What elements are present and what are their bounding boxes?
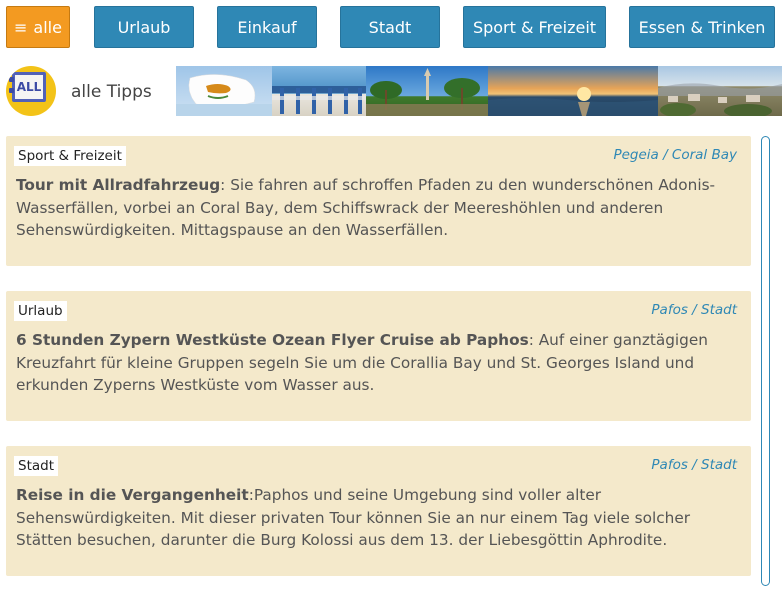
nav-button-urlaub[interactable]: Urlaub	[94, 6, 194, 48]
tip-description: Tour mit Allradfahrzeug: Sie fahren auf …	[16, 176, 716, 239]
tip-title[interactable]: 6 Stunden Zypern Westküste Ozean Flyer C…	[16, 331, 529, 349]
tip-card[interactable]: Sport & Freizeit Pegeia / Coral Bay Tour…	[6, 136, 751, 266]
list-scrollbar[interactable]	[761, 136, 770, 586]
nav-button-label: Sport & Freizeit	[472, 17, 597, 37]
coast-railing-image	[272, 66, 366, 116]
tip-description: 6 Stunden Zypern Westküste Ozean Flyer C…	[16, 331, 709, 394]
palm-mosque-image	[366, 66, 488, 116]
nav-button-stadt[interactable]: Stadt	[340, 6, 440, 48]
scrollbar-thumb[interactable]	[763, 138, 768, 298]
nav-button-label: Essen & Trinken	[638, 17, 766, 37]
logo-text: ALL	[16, 80, 42, 94]
tip-description: Reise in die Vergangenheit:Paphos und se…	[16, 486, 691, 549]
tip-title[interactable]: Reise in die Vergangenheit	[16, 486, 249, 504]
sunset-sea-image	[488, 66, 658, 116]
location-link[interactable]: Pafos / Stadt	[651, 457, 737, 473]
village-hills-image	[658, 66, 782, 116]
nav-button-label: alle	[33, 17, 62, 37]
nav-button-label: Urlaub	[117, 17, 171, 37]
photo-banner	[176, 66, 782, 116]
tip-title[interactable]: Tour mit Allradfahrzeug	[16, 176, 220, 194]
menu-icon: ≡	[14, 17, 28, 37]
nav-button-label: Stadt	[368, 17, 412, 37]
tip-card[interactable]: Stadt Pafos / Stadt Reise in die Vergang…	[6, 446, 751, 576]
cyprus-flag-image	[176, 66, 272, 116]
tip-card[interactable]: Urlaub Pafos / Stadt 6 Stunden Zypern We…	[6, 291, 751, 421]
header-label: alle Tipps	[71, 82, 152, 102]
nav-button-essen-trinken[interactable]: Essen & Trinken	[629, 6, 775, 48]
nav-button-label: Einkauf	[237, 17, 297, 37]
location-link[interactable]: Pegeia / Coral Bay	[613, 147, 737, 163]
all-logo-icon: ALL	[6, 66, 56, 116]
nav-button-sport-freizeit[interactable]: Sport & Freizeit	[463, 6, 606, 48]
nav-button-einkauf[interactable]: Einkauf	[217, 6, 317, 48]
category-badge: Urlaub	[14, 301, 67, 321]
category-badge: Sport & Freizeit	[14, 146, 126, 166]
location-link[interactable]: Pafos / Stadt	[651, 302, 737, 318]
category-badge: Stadt	[14, 456, 58, 476]
tips-list: Sport & Freizeit Pegeia / Coral Bay Tour…	[6, 136, 751, 592]
header-row: ALL alle Tipps	[6, 64, 782, 118]
nav-button-alle[interactable]: ≡ alle	[6, 6, 70, 48]
